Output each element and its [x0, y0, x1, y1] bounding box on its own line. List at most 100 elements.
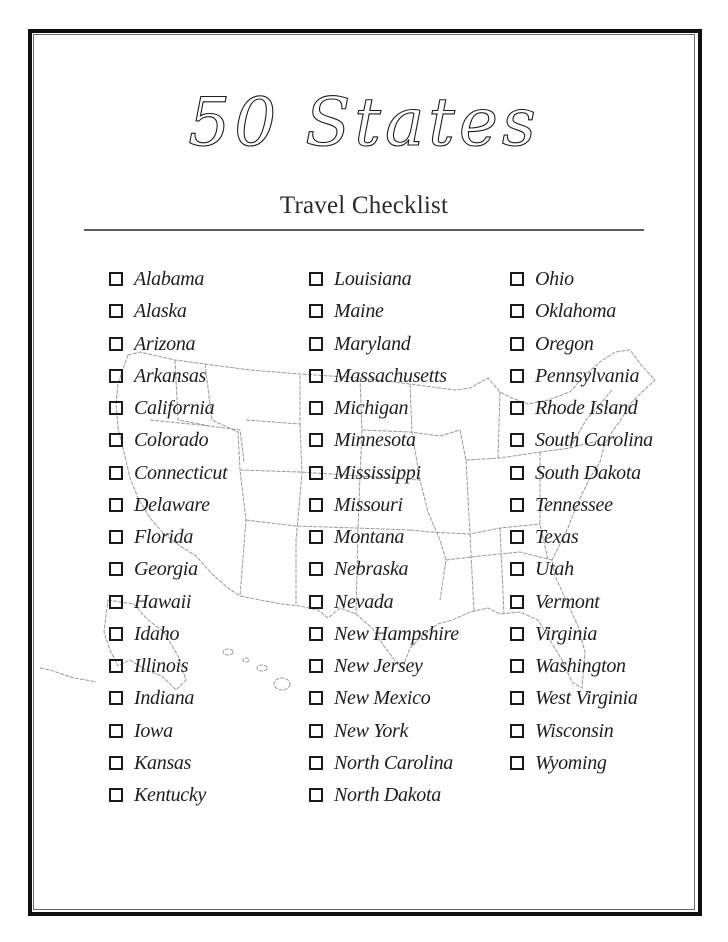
checklist-item[interactable]: Massachusetts — [309, 360, 509, 392]
checkbox[interactable] — [109, 497, 123, 512]
checklist-item[interactable]: Kentucky — [109, 779, 309, 811]
checkbox[interactable] — [109, 691, 123, 706]
checkbox[interactable] — [109, 562, 123, 577]
checkbox[interactable] — [109, 659, 123, 674]
checkbox[interactable] — [510, 497, 524, 512]
checklist-item[interactable]: Texas — [510, 521, 710, 553]
checklist-item[interactable]: Nevada — [309, 586, 509, 618]
checkbox[interactable] — [109, 272, 123, 287]
checkbox[interactable] — [109, 433, 123, 448]
checklist-item[interactable]: Connecticut — [109, 457, 309, 489]
checklist-item[interactable]: New Jersey — [309, 650, 509, 682]
checklist-item[interactable]: New York — [309, 715, 509, 747]
checklist-item[interactable]: Wyoming — [510, 747, 710, 779]
checklist-item[interactable]: Virginia — [510, 618, 710, 650]
checklist-item[interactable]: Arkansas — [109, 360, 309, 392]
checklist-item[interactable]: Minnesota — [309, 424, 509, 456]
checklist-item[interactable]: Delaware — [109, 489, 309, 521]
checkbox[interactable] — [510, 465, 524, 480]
checkbox[interactable] — [510, 530, 524, 545]
checkbox[interactable] — [309, 401, 323, 416]
checkbox[interactable] — [309, 368, 323, 383]
checkbox[interactable] — [109, 401, 123, 416]
checkbox[interactable] — [510, 659, 524, 674]
checkbox[interactable] — [109, 530, 123, 545]
checkbox[interactable] — [309, 304, 323, 319]
checklist-item[interactable]: North Dakota — [309, 779, 509, 811]
checklist-item[interactable]: Mississippi — [309, 457, 509, 489]
checklist-item[interactable]: West Virginia — [510, 682, 710, 714]
checklist-item[interactable]: Louisiana — [309, 263, 509, 295]
checkbox[interactable] — [510, 368, 524, 383]
checkbox[interactable] — [510, 401, 524, 416]
checklist-item[interactable]: Oregon — [510, 328, 710, 360]
checkbox[interactable] — [309, 659, 323, 674]
checklist-item[interactable]: Colorado — [109, 424, 309, 456]
checklist-item[interactable]: Nebraska — [309, 553, 509, 585]
checkbox[interactable] — [510, 304, 524, 319]
checkbox[interactable] — [309, 272, 323, 287]
checklist-item[interactable]: North Carolina — [309, 747, 509, 779]
checklist-item[interactable]: Oklahoma — [510, 295, 710, 327]
checklist-item[interactable]: Tennessee — [510, 489, 710, 521]
checklist-item[interactable]: Florida — [109, 521, 309, 553]
checkbox[interactable] — [309, 497, 323, 512]
checkbox[interactable] — [109, 336, 123, 351]
checkbox[interactable] — [309, 788, 323, 803]
checkbox[interactable] — [510, 723, 524, 738]
checklist-item[interactable]: Washington — [510, 650, 710, 682]
checklist-item[interactable]: Georgia — [109, 553, 309, 585]
checklist-item[interactable]: South Dakota — [510, 457, 710, 489]
checklist-item[interactable]: Wisconsin — [510, 715, 710, 747]
checklist-item[interactable]: Missouri — [309, 489, 509, 521]
checkbox[interactable] — [309, 755, 323, 770]
checkbox[interactable] — [309, 562, 323, 577]
checklist-item[interactable]: Alaska — [109, 295, 309, 327]
checkbox[interactable] — [109, 788, 123, 803]
checkbox[interactable] — [309, 691, 323, 706]
checkbox[interactable] — [109, 594, 123, 609]
checklist-item[interactable]: New Hampshire — [309, 618, 509, 650]
checkbox[interactable] — [109, 368, 123, 383]
checklist-item[interactable]: Hawaii — [109, 586, 309, 618]
checkbox[interactable] — [510, 626, 524, 641]
checkbox[interactable] — [510, 755, 524, 770]
checkbox[interactable] — [109, 626, 123, 641]
checkbox[interactable] — [309, 723, 323, 738]
checkbox[interactable] — [109, 465, 123, 480]
checkbox[interactable] — [309, 465, 323, 480]
checkbox[interactable] — [109, 304, 123, 319]
checklist-item[interactable]: Kansas — [109, 747, 309, 779]
checklist-item[interactable]: South Carolina — [510, 424, 710, 456]
checklist-item[interactable]: Vermont — [510, 586, 710, 618]
checklist-item[interactable]: Pennsylvania — [510, 360, 710, 392]
checklist-item[interactable]: Iowa — [109, 715, 309, 747]
checkbox[interactable] — [309, 433, 323, 448]
checklist-item[interactable]: Indiana — [109, 682, 309, 714]
checklist-item[interactable]: Arizona — [109, 328, 309, 360]
checkbox[interactable] — [109, 723, 123, 738]
checkbox[interactable] — [510, 433, 524, 448]
checklist-item[interactable]: Montana — [309, 521, 509, 553]
checkbox[interactable] — [510, 594, 524, 609]
checkbox[interactable] — [510, 336, 524, 351]
checklist-item[interactable]: Utah — [510, 553, 710, 585]
checklist-item[interactable]: New Mexico — [309, 682, 509, 714]
checklist-item[interactable]: Illinois — [109, 650, 309, 682]
checkbox[interactable] — [510, 691, 524, 706]
checkbox[interactable] — [510, 562, 524, 577]
checkbox[interactable] — [510, 272, 524, 287]
checkbox[interactable] — [309, 336, 323, 351]
checkbox[interactable] — [309, 594, 323, 609]
checklist-item[interactable]: Rhode Island — [510, 392, 710, 424]
checklist-item[interactable]: Maryland — [309, 328, 509, 360]
checklist-item[interactable]: Idaho — [109, 618, 309, 650]
checkbox[interactable] — [109, 755, 123, 770]
checklist-item[interactable]: Maine — [309, 295, 509, 327]
checklist-item[interactable]: Michigan — [309, 392, 509, 424]
checkbox[interactable] — [309, 626, 323, 641]
checkbox[interactable] — [309, 530, 323, 545]
checklist-item[interactable]: California — [109, 392, 309, 424]
checklist-item[interactable]: Alabama — [109, 263, 309, 295]
checklist-item[interactable]: Ohio — [510, 263, 710, 295]
